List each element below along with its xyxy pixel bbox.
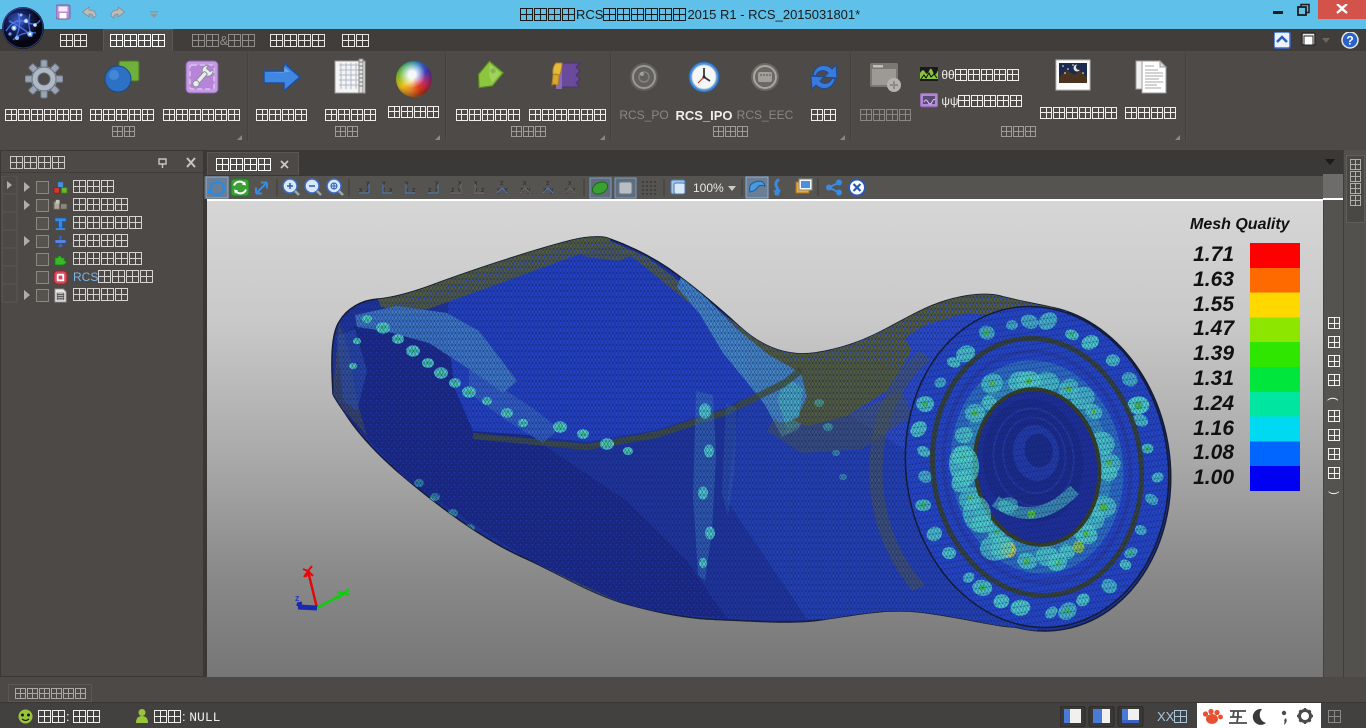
svg-text:100%: 100% bbox=[693, 181, 724, 195]
svg-text:?: ? bbox=[1346, 34, 1353, 48]
svg-text:z: z bbox=[546, 180, 550, 187]
svg-text:z: z bbox=[500, 180, 504, 187]
svg-text:x: x bbox=[568, 180, 572, 187]
svg-text:x: x bbox=[523, 180, 527, 187]
svg-text:z: z bbox=[295, 593, 300, 603]
